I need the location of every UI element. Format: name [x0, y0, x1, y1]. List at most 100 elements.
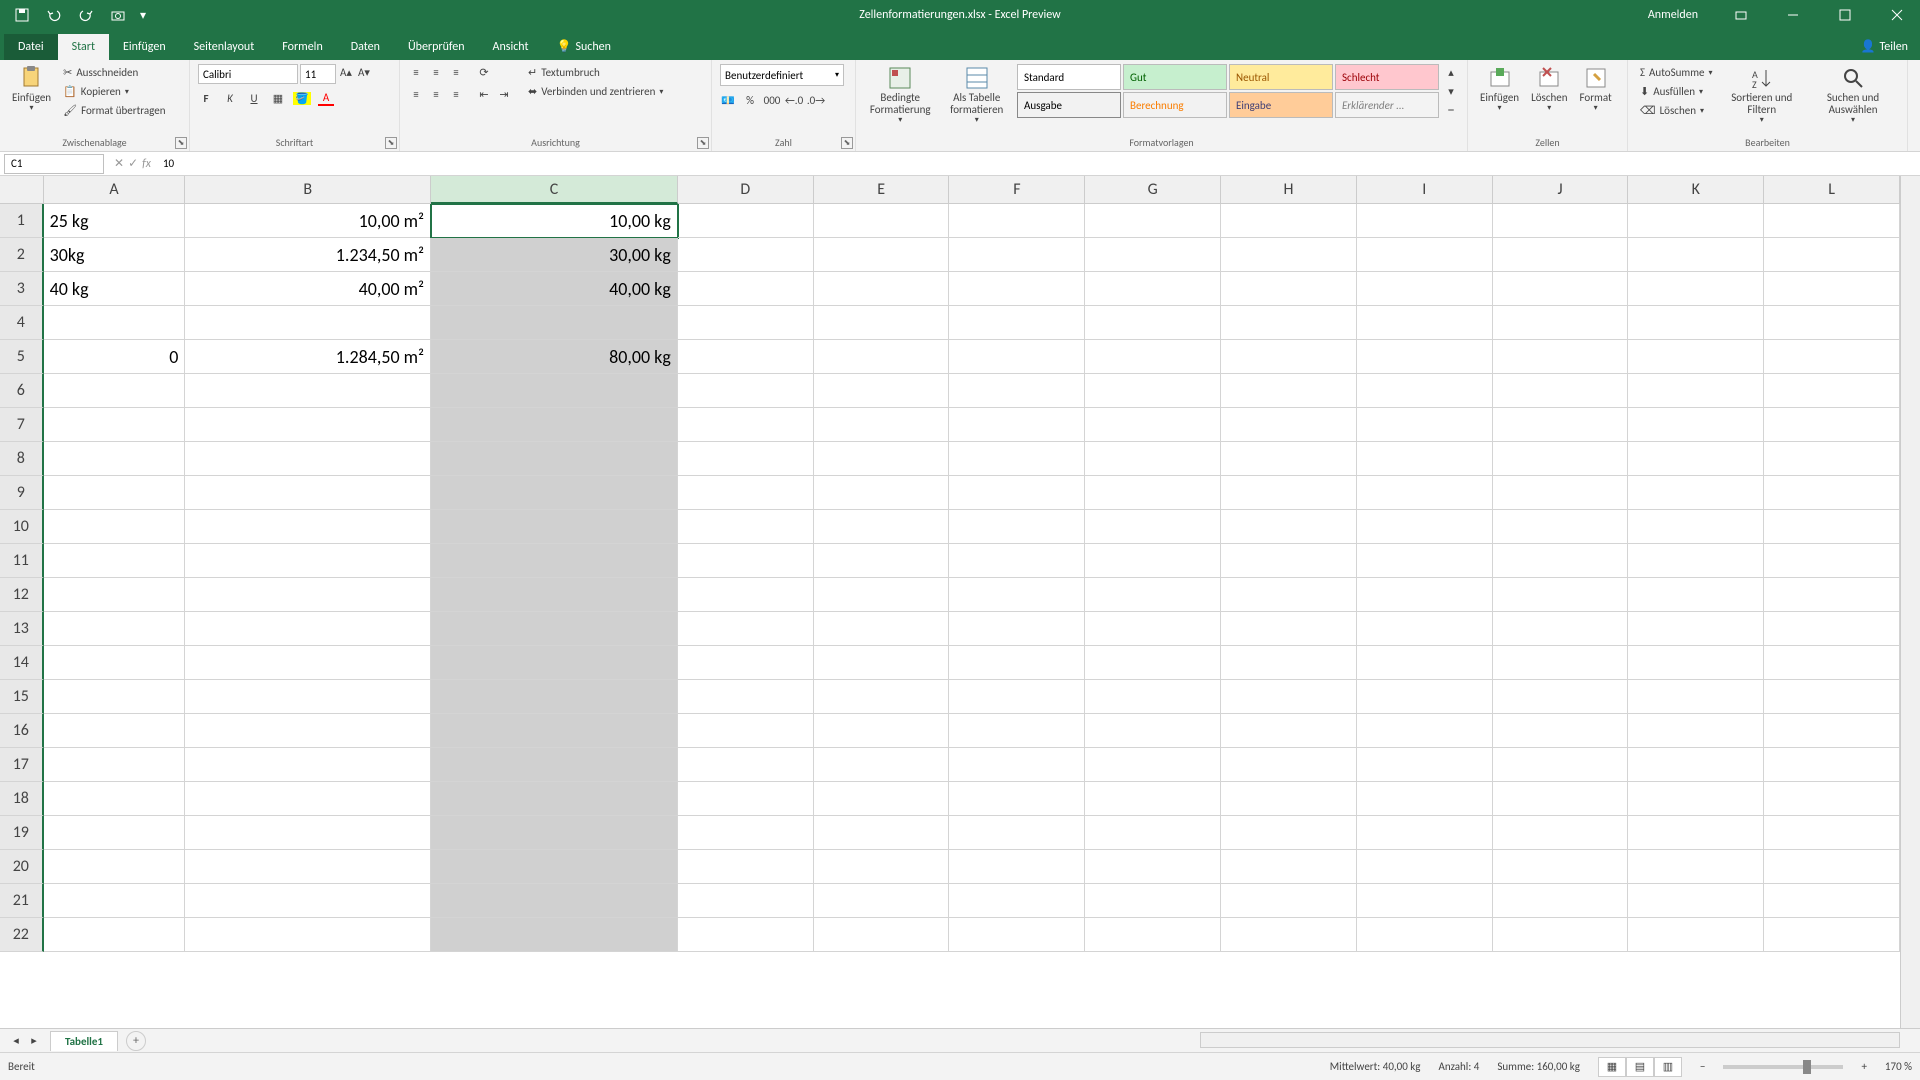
cell-B2[interactable]: 1.234,50 m²: [185, 238, 431, 272]
col-header-K[interactable]: K: [1628, 176, 1764, 204]
row-header-22[interactable]: 22: [0, 918, 44, 952]
cell-C14[interactable]: [431, 646, 678, 680]
cell-J4[interactable]: [1493, 306, 1629, 340]
cell-K3[interactable]: [1628, 272, 1764, 306]
zoom-slider[interactable]: [1723, 1065, 1843, 1069]
style-neutral[interactable]: Neutral: [1229, 64, 1333, 90]
cell-F8[interactable]: [949, 442, 1085, 476]
cell-D3[interactable]: [678, 272, 814, 306]
align-middle-icon[interactable]: ≡: [428, 64, 444, 80]
cell-L7[interactable]: [1764, 408, 1900, 442]
cell-I16[interactable]: [1357, 714, 1493, 748]
cell-J6[interactable]: [1493, 374, 1629, 408]
cell-D4[interactable]: [678, 306, 814, 340]
cell-I19[interactable]: [1357, 816, 1493, 850]
cell-J21[interactable]: [1493, 884, 1629, 918]
col-header-C[interactable]: C: [431, 176, 678, 204]
row-header-9[interactable]: 9: [0, 476, 44, 510]
underline-button[interactable]: U: [246, 90, 262, 106]
cell-J20[interactable]: [1493, 850, 1629, 884]
cell-E10[interactable]: [814, 510, 950, 544]
cell-B18[interactable]: [185, 782, 431, 816]
cell-H10[interactable]: [1221, 510, 1357, 544]
col-header-L[interactable]: L: [1764, 176, 1900, 204]
cell-F22[interactable]: [949, 918, 1085, 952]
sign-in-link[interactable]: Anmelden: [1634, 8, 1712, 22]
cell-H4[interactable]: [1221, 306, 1357, 340]
cell-L3[interactable]: [1764, 272, 1900, 306]
cell-D18[interactable]: [678, 782, 814, 816]
cell-H16[interactable]: [1221, 714, 1357, 748]
cell-H9[interactable]: [1221, 476, 1357, 510]
cell-L17[interactable]: [1764, 748, 1900, 782]
cell-G10[interactable]: [1085, 510, 1221, 544]
cell-D9[interactable]: [678, 476, 814, 510]
cell-B4[interactable]: [185, 306, 431, 340]
font-dialog-launcher[interactable]: ⬊: [385, 137, 397, 149]
tab-file[interactable]: Datei: [4, 34, 58, 60]
border-button[interactable]: ▦: [270, 90, 286, 106]
cell-G5[interactable]: [1085, 340, 1221, 374]
cell-J16[interactable]: [1493, 714, 1629, 748]
cell-A11[interactable]: [44, 544, 186, 578]
save-icon[interactable]: [10, 3, 34, 27]
row-header-4[interactable]: 4: [0, 306, 44, 340]
cell-I18[interactable]: [1357, 782, 1493, 816]
cell-C4[interactable]: [431, 306, 678, 340]
cell-E5[interactable]: [814, 340, 950, 374]
cell-D22[interactable]: [678, 918, 814, 952]
row-header-12[interactable]: 12: [0, 578, 44, 612]
view-normal-icon[interactable]: ▦: [1598, 1057, 1626, 1077]
cell-G7[interactable]: [1085, 408, 1221, 442]
cell-B22[interactable]: [185, 918, 431, 952]
cell-D5[interactable]: [678, 340, 814, 374]
cell-E2[interactable]: [814, 238, 950, 272]
row-header-13[interactable]: 13: [0, 612, 44, 646]
cell-G17[interactable]: [1085, 748, 1221, 782]
row-header-6[interactable]: 6: [0, 374, 44, 408]
undo-icon[interactable]: [42, 3, 66, 27]
cell-E7[interactable]: [814, 408, 950, 442]
cell-A8[interactable]: [44, 442, 186, 476]
cell-C5[interactable]: 80,00 kg: [431, 340, 678, 374]
cell-J2[interactable]: [1493, 238, 1629, 272]
cell-B3[interactable]: 40,00 m²: [185, 272, 431, 306]
cell-J14[interactable]: [1493, 646, 1629, 680]
styles-more-icon[interactable]: ⎯: [1443, 102, 1459, 118]
cell-J22[interactable]: [1493, 918, 1629, 952]
cell-G15[interactable]: [1085, 680, 1221, 714]
cell-C20[interactable]: [431, 850, 678, 884]
cell-A5[interactable]: 0: [44, 340, 186, 374]
cell-A18[interactable]: [44, 782, 186, 816]
row-header-14[interactable]: 14: [0, 646, 44, 680]
row-header-18[interactable]: 18: [0, 782, 44, 816]
find-select-button[interactable]: Suchen und Auswählen▾: [1807, 64, 1899, 127]
align-top-icon[interactable]: ≡: [408, 64, 424, 80]
cell-A1[interactable]: 25 kg: [44, 204, 186, 238]
cell-B6[interactable]: [185, 374, 431, 408]
cell-B20[interactable]: [185, 850, 431, 884]
cell-K11[interactable]: [1628, 544, 1764, 578]
cell-B17[interactable]: [185, 748, 431, 782]
cell-B7[interactable]: [185, 408, 431, 442]
cell-L2[interactable]: [1764, 238, 1900, 272]
cell-F13[interactable]: [949, 612, 1085, 646]
cell-K5[interactable]: [1628, 340, 1764, 374]
row-header-21[interactable]: 21: [0, 884, 44, 918]
cell-B9[interactable]: [185, 476, 431, 510]
row-header-8[interactable]: 8: [0, 442, 44, 476]
horizontal-scrollbar[interactable]: [1200, 1032, 1900, 1048]
tab-formulas[interactable]: Formeln: [268, 34, 336, 60]
cell-E13[interactable]: [814, 612, 950, 646]
cell-L9[interactable]: [1764, 476, 1900, 510]
col-header-F[interactable]: F: [949, 176, 1085, 204]
cell-C15[interactable]: [431, 680, 678, 714]
cell-C12[interactable]: [431, 578, 678, 612]
cell-A10[interactable]: [44, 510, 186, 544]
paste-button[interactable]: Einfügen▾: [8, 64, 55, 115]
cell-C7[interactable]: [431, 408, 678, 442]
cell-H5[interactable]: [1221, 340, 1357, 374]
cell-K12[interactable]: [1628, 578, 1764, 612]
cell-J9[interactable]: [1493, 476, 1629, 510]
cell-K14[interactable]: [1628, 646, 1764, 680]
